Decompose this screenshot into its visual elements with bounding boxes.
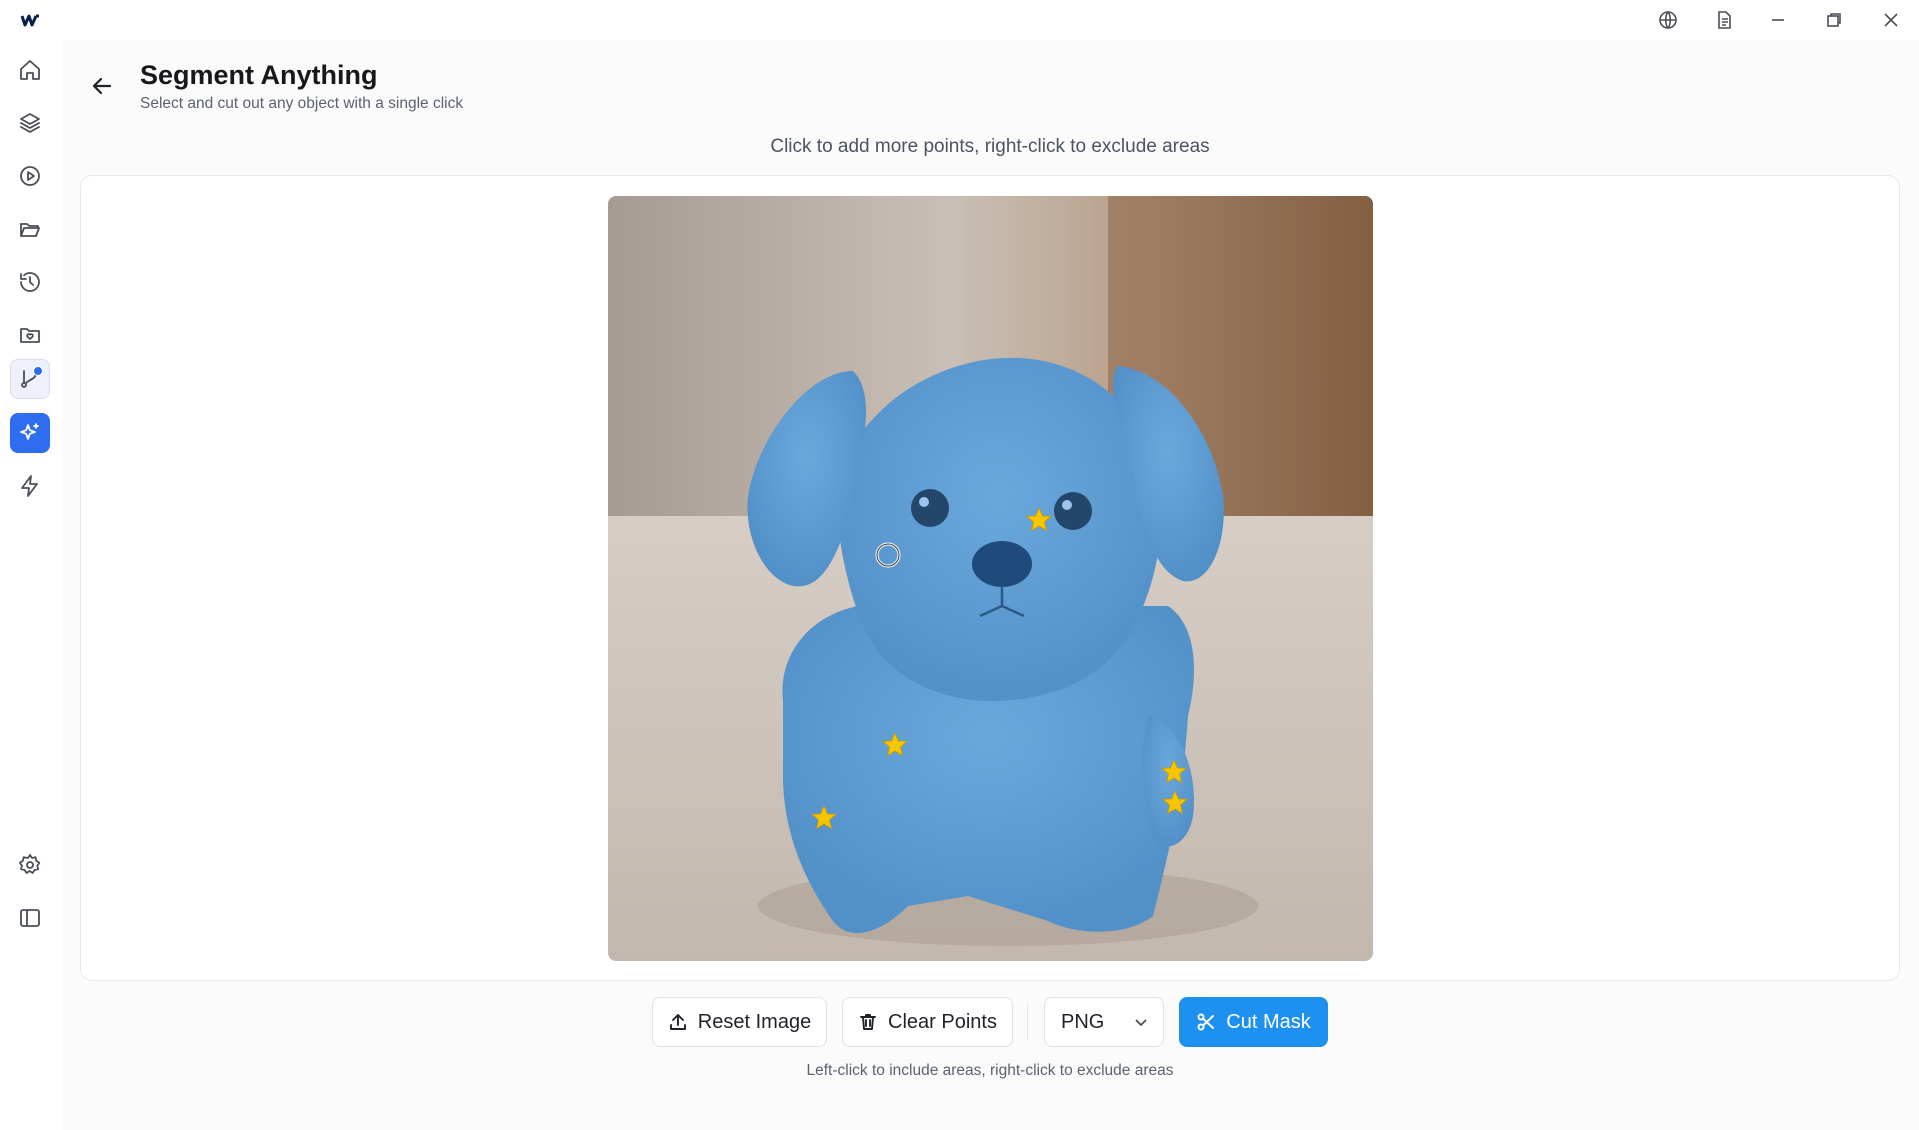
title-bar xyxy=(0,0,1919,40)
sparkles-icon xyxy=(20,423,39,440)
globe-icon xyxy=(1659,11,1677,29)
sidebar-item-quick[interactable] xyxy=(10,466,50,506)
close-icon xyxy=(1884,13,1898,27)
image-canvas[interactable] xyxy=(608,196,1373,961)
toolbar-divider xyxy=(1027,1004,1028,1040)
arrow-left-icon xyxy=(92,77,112,95)
restore-button[interactable] xyxy=(1814,6,1854,34)
upload-icon xyxy=(669,1014,686,1030)
reset-image-button[interactable]: Reset Image xyxy=(652,997,827,1047)
sidebar-item-favorites[interactable] xyxy=(10,315,50,355)
lightning-icon xyxy=(21,475,38,497)
left-eye xyxy=(911,489,949,527)
home-icon xyxy=(20,60,40,80)
right-eye-shine xyxy=(1062,500,1072,510)
app-logo-icon xyxy=(20,14,39,27)
docs-button[interactable] xyxy=(1704,6,1744,34)
sidebar-item-settings[interactable] xyxy=(10,845,50,885)
cut-mask-button[interactable]: Cut Mask xyxy=(1179,997,1328,1047)
close-button[interactable] xyxy=(1871,6,1911,34)
chevron-down-icon xyxy=(1135,1019,1147,1027)
back-button[interactable] xyxy=(88,72,116,100)
restore-icon xyxy=(1827,13,1841,27)
format-select-value: PNG xyxy=(1061,1010,1105,1033)
gear-icon xyxy=(19,854,41,874)
folder-heart-icon xyxy=(20,328,40,343)
footer-hint: Left-click to include areas, right-click… xyxy=(806,1062,1174,1079)
notification-dot xyxy=(33,366,43,376)
page-title: Segment Anything xyxy=(140,60,378,90)
clear-points-button[interactable]: Clear Points xyxy=(842,997,1013,1047)
sidebar-item-toggle-panel[interactable] xyxy=(10,898,50,938)
canvas-instruction: Click to add more points, right-click to… xyxy=(770,136,1210,157)
sidebar-item-workflow[interactable] xyxy=(10,359,50,399)
segmentation-mask xyxy=(747,357,1224,933)
nose xyxy=(972,541,1032,587)
layers-icon xyxy=(20,113,40,133)
right-eye xyxy=(1054,492,1092,530)
left-eye-shine xyxy=(919,497,929,507)
sidebar-item-home[interactable] xyxy=(10,50,50,90)
trash-icon xyxy=(860,1014,876,1030)
page-subtitle: Select and cut out any object with a sin… xyxy=(140,95,464,112)
sidebar-item-files[interactable] xyxy=(10,209,50,249)
cut-mask-label: Cut Mask xyxy=(1226,1010,1311,1033)
scissors-icon xyxy=(1197,1013,1215,1031)
folder-open-icon xyxy=(20,223,40,237)
sidebar-item-ai-tools[interactable] xyxy=(10,413,50,453)
sidebar-toggle-icon xyxy=(20,909,40,927)
clear-points-label: Clear Points xyxy=(888,1010,997,1033)
segmented-photo[interactable] xyxy=(608,196,1373,961)
minimize-button[interactable] xyxy=(1758,6,1798,34)
minimize-icon xyxy=(1772,19,1784,21)
format-select[interactable]: PNG xyxy=(1044,997,1164,1047)
sidebar-item-video[interactable] xyxy=(10,156,50,196)
document-icon xyxy=(1718,11,1731,29)
sidebar-item-history[interactable] xyxy=(10,262,50,302)
history-icon xyxy=(20,272,40,292)
language-button[interactable] xyxy=(1648,6,1688,34)
play-circle-icon xyxy=(20,166,40,186)
sidebar xyxy=(0,40,61,1130)
reset-image-label: Reset Image xyxy=(697,1010,812,1033)
